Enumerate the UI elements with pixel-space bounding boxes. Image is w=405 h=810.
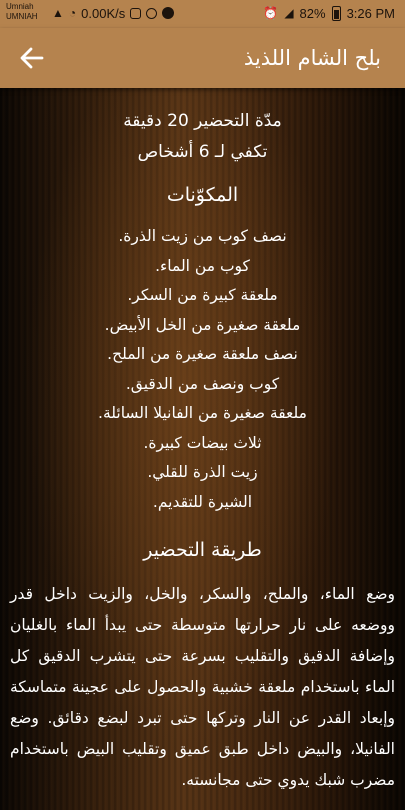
network-speed: 0.00K/s (81, 5, 126, 21)
method-heading: طريقة التحضير (143, 539, 262, 561)
carrier-label: Umniah UMNIAH (6, 2, 38, 22)
signal-icon: ▲ (52, 6, 64, 20)
ingredient-item: نصف كوب من زيت الذرة. (118, 227, 287, 245)
ingredient-item: كوب من الماء. (155, 256, 250, 275)
battery-percent: 82% (299, 5, 326, 21)
ingredients-heading: المكوّنات (166, 184, 239, 206)
ingredient-item: ملعقة كبيرة من السكر. (127, 286, 278, 304)
ingredient-item: الشيرة للتقديم. (152, 492, 253, 511)
servings: تكفي لـ 6 أشخاص (137, 142, 268, 162)
app-bar: بلح الشام اللذيذ (0, 28, 405, 88)
alarm-icon: ⏰ (263, 6, 279, 20)
method-text: وضع الماء، والملح، والسكر، والخل، والزيت… (10, 585, 395, 789)
prep-time: مدّة التحضير 20 دقيقة (123, 111, 282, 131)
ingredient-item: ملعقة صغيرة من الفانيلا السائلة. (98, 404, 307, 422)
recipe-meta: مدّة التحضير 20 دقيقة تكفي لـ 6 أشخاص (0, 106, 405, 168)
ingredient-item: زيت الذرة للقلي. (147, 463, 258, 481)
back-button[interactable] (14, 40, 50, 76)
battery-icon (331, 5, 341, 21)
ingredients-list: نصف كوب من زيت الذرة. كوب من الماء. ملعق… (0, 222, 405, 517)
ingredient-item: ملعقة صغيرة من الخل الأبيض. (104, 315, 301, 334)
wifi-icon: ◔ (68, 6, 77, 20)
messenger-icon (162, 7, 175, 19)
recipe-content[interactable]: مدّة التحضير 20 دقيقة تكفي لـ 6 أشخاص ال… (0, 88, 405, 810)
cell-signal-icon: ◢ (284, 6, 294, 20)
carrier-name: Umniah (6, 2, 34, 11)
ingredient-item: ثلاث بيضات كبيرة. (143, 433, 262, 452)
clock: 3:26 PM (346, 5, 395, 21)
arrow-left-icon (20, 47, 44, 69)
ingredient-item: نصف ملعقة صغيرة من الملح. (107, 345, 298, 363)
status-bar: Umniah UMNIAH ▲ ◔ 0.00K/s ⏰ ◢ 82% 3:26 P… (0, 0, 405, 28)
page-title: بلح الشام اللذيذ (243, 46, 381, 70)
instagram-icon (146, 7, 158, 19)
ingredient-item: كوب ونصف من الدقيق. (125, 374, 280, 393)
carrier-name-secondary: UMNIAH (6, 12, 38, 21)
notification-icon (130, 7, 142, 19)
